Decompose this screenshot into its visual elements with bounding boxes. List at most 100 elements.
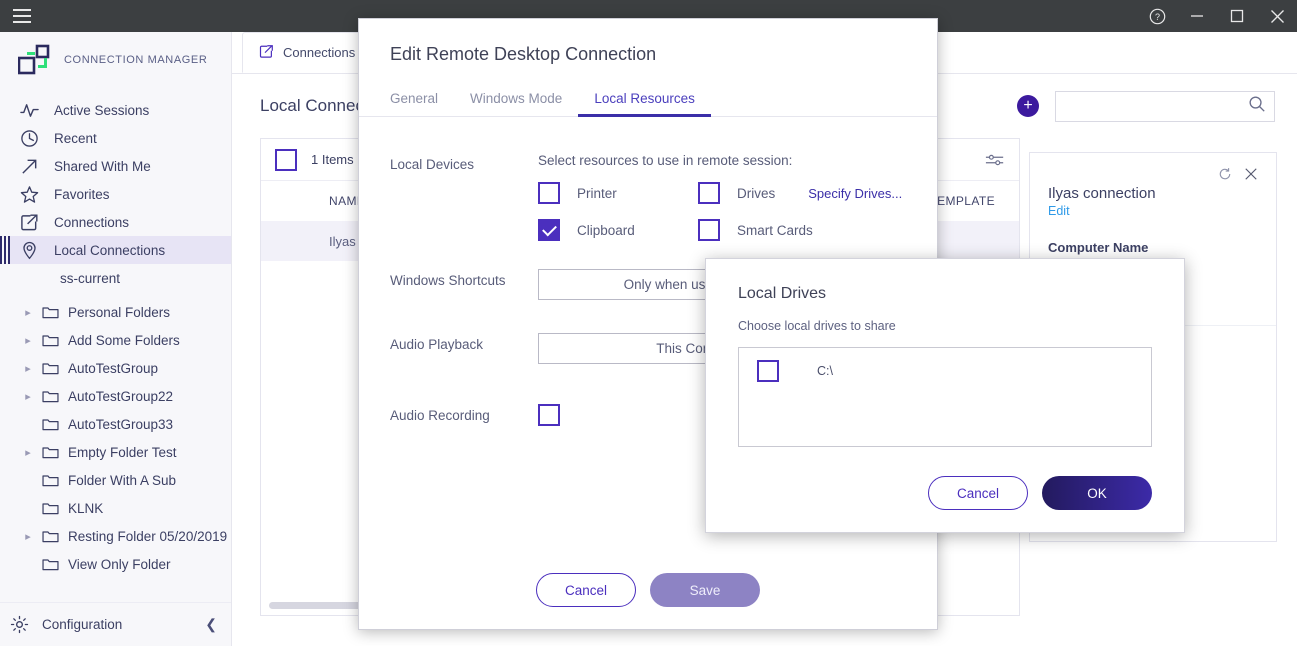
sidebar-item-label: Recent <box>54 131 97 146</box>
tree-item-label: Empty Folder Test <box>68 445 177 460</box>
tree-item[interactable]: ▸ AutoTestGroup <box>0 354 231 382</box>
sidebar-item-local-connections[interactable]: Local Connections <box>0 236 231 264</box>
audio-recording-label: Audio Recording <box>390 404 538 426</box>
sidebar-item-shared-with-me[interactable]: Shared With Me <box>0 152 231 180</box>
device-checkbox-grid: Printer Drives Specify Drives... Clipboa… <box>538 182 902 241</box>
windows-shortcuts-label: Windows Shortcuts <box>390 269 538 300</box>
tree-item-label: Resting Folder 05/20/2019 <box>68 529 227 544</box>
folder-icon <box>42 471 60 489</box>
tree-item[interactable]: ▸ AutoTestGroup33 <box>0 410 231 438</box>
tree-item-label: View Only Folder <box>68 557 171 572</box>
sidebar-item-favorites[interactable]: Favorites <box>0 180 231 208</box>
external-link-icon <box>18 211 40 233</box>
sidebar-item-label: Shared With Me <box>54 159 151 174</box>
select-all-checkbox[interactable] <box>275 149 297 171</box>
search-input[interactable] <box>1066 99 1248 114</box>
node-indent-spacer <box>22 269 52 287</box>
local-devices-fields: Select resources to use in remote sessio… <box>538 153 902 241</box>
smart-cards-label: Smart Cards <box>737 223 813 238</box>
local-drives-ok-button[interactable]: OK <box>1042 476 1152 510</box>
folder-icon <box>42 415 60 433</box>
search-icon[interactable] <box>1248 95 1266 118</box>
chevron-right-icon[interactable]: ▸ <box>22 362 34 375</box>
drives-label: Drives <box>737 186 775 201</box>
arrow-up-right-icon <box>18 155 40 177</box>
printer-label: Printer <box>577 186 617 201</box>
folder-icon <box>42 331 60 349</box>
folder-icon <box>42 443 60 461</box>
chevron-right-icon[interactable]: ▸ <box>22 390 34 403</box>
chevron-right-icon[interactable]: ▸ <box>22 306 34 319</box>
close-icon[interactable] <box>1244 167 1258 183</box>
tree-item-label: AutoTestGroup22 <box>68 389 173 404</box>
tab-general[interactable]: General <box>390 91 454 116</box>
printer-checkbox[interactable] <box>538 182 560 204</box>
add-connection-button[interactable]: + <box>1017 95 1039 117</box>
save-button[interactable]: Save <box>650 573 760 607</box>
edit-link[interactable]: Edit <box>1048 204 1258 218</box>
sidebar-item-label: Local Connections <box>54 243 165 258</box>
hamburger-icon[interactable] <box>0 0 44 32</box>
local-drives-dialog: Local Drives Choose local drives to shar… <box>705 258 1185 533</box>
column-header-template[interactable]: TEMPLATE <box>929 194 1005 208</box>
audio-recording-checkbox[interactable] <box>538 404 560 426</box>
tree-node-ss-current[interactable]: ss-current <box>0 264 231 292</box>
tree-item[interactable]: ▸ KLNK <box>0 494 231 522</box>
folder-icon <box>42 359 60 377</box>
folder-icon <box>42 387 60 405</box>
specify-drives-link[interactable]: Specify Drives... <box>808 186 902 201</box>
app-window: ? CONNECTION MANAGER <box>0 0 1297 646</box>
drive-checkbox[interactable] <box>757 360 779 382</box>
local-drives-subtitle: Choose local drives to share <box>738 319 1152 333</box>
header-actions: + <box>1017 91 1297 122</box>
brand-title: CONNECTION MANAGER <box>64 54 207 66</box>
tab-windows-mode[interactable]: Windows Mode <box>454 91 578 116</box>
chevron-right-icon[interactable]: ▸ <box>22 530 34 543</box>
sidebar-item-recent[interactable]: Recent <box>0 124 231 152</box>
tree-item[interactable]: ▸ AutoTestGroup22 <box>0 382 231 410</box>
chevron-right-icon[interactable]: ▸ <box>22 446 34 459</box>
dialog-tabs: General Windows Mode Local Resources <box>359 91 937 117</box>
filter-sliders-icon[interactable] <box>985 152 1005 168</box>
tab-connections[interactable]: Connections <box>242 32 372 73</box>
chevron-left-icon[interactable]: ❮ <box>205 616 217 633</box>
printer-checkbox-row: Printer <box>538 182 698 204</box>
sidebar-item-connections[interactable]: Connections <box>0 208 231 236</box>
cancel-button[interactable]: Cancel <box>536 573 636 607</box>
clock-icon <box>18 127 40 149</box>
local-drives-cancel-button[interactable]: Cancel <box>928 476 1028 510</box>
chevron-right-icon[interactable]: ▸ <box>22 334 34 347</box>
tree-item[interactable]: ▸ Add Some Folders <box>0 326 231 354</box>
folder-icon <box>42 499 60 517</box>
refresh-icon[interactable] <box>1218 167 1232 183</box>
tree-item[interactable]: ▸ Resting Folder 05/20/2019 <box>0 522 231 550</box>
sidebar-item-label: Active Sessions <box>54 103 149 118</box>
local-devices-row: Local Devices Select resources to use in… <box>390 153 937 241</box>
detail-title: Ilyas connection <box>1048 185 1258 202</box>
smart-cards-checkbox[interactable] <box>698 219 720 241</box>
clipboard-checkbox-row: Clipboard <box>538 219 698 241</box>
drive-list-item[interactable]: C:\ <box>757 360 1133 382</box>
sidebar-item-configuration[interactable]: Configuration ❮ <box>0 602 231 646</box>
drive-label: C:\ <box>817 364 833 378</box>
clipboard-checkbox[interactable] <box>538 219 560 241</box>
search-box[interactable] <box>1055 91 1275 122</box>
tree-item[interactable]: ▸ View Only Folder <box>0 550 231 578</box>
sidebar-nav: Active Sessions Recent Shared With Me Fa… <box>0 88 231 264</box>
tab-local-resources[interactable]: Local Resources <box>578 91 711 116</box>
folder-icon <box>42 555 60 573</box>
minimize-icon[interactable] <box>1177 0 1217 32</box>
help-circle-icon[interactable]: ? <box>1137 0 1177 32</box>
maximize-icon[interactable] <box>1217 0 1257 32</box>
tree-item[interactable]: ▸ Empty Folder Test <box>0 438 231 466</box>
drives-checkbox[interactable] <box>698 182 720 204</box>
star-icon <box>18 183 40 205</box>
sidebar-item-active-sessions[interactable]: Active Sessions <box>0 96 231 124</box>
close-icon[interactable] <box>1257 0 1297 32</box>
detail-panel-tools <box>1048 167 1258 183</box>
tree-item-label: Folder With A Sub <box>68 473 176 488</box>
clipboard-label: Clipboard <box>577 223 635 238</box>
tree-item[interactable]: ▸ Folder With A Sub <box>0 466 231 494</box>
configuration-label: Configuration <box>42 617 122 632</box>
tree-item[interactable]: ▸ Personal Folders <box>0 298 231 326</box>
